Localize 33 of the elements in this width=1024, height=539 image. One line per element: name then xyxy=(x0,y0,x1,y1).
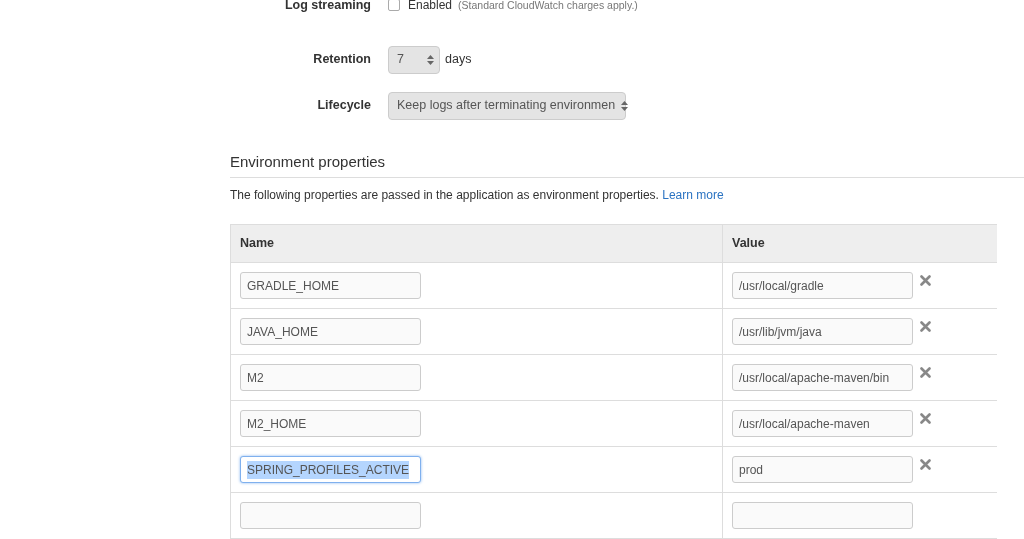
remove-icon[interactable] xyxy=(920,367,931,379)
retention-select[interactable]: 7 xyxy=(388,45,440,74)
input-field[interactable]: /usr/local/apache-maven xyxy=(732,410,913,438)
input-field[interactable] xyxy=(240,502,421,530)
input-field[interactable] xyxy=(732,502,913,530)
input-field[interactable]: M2 xyxy=(240,364,421,392)
note-text: (Standard CloudWatch charges apply.) xyxy=(458,0,638,13)
remove-icon[interactable] xyxy=(920,321,931,333)
field-label: Retention xyxy=(312,51,371,69)
remove-icon[interactable] xyxy=(920,275,931,287)
input-field[interactable]: GRADLE_HOME xyxy=(240,272,421,300)
input-field[interactable]: M2_HOME xyxy=(240,410,421,438)
remove-icon[interactable] xyxy=(920,413,931,425)
unit-label: days xyxy=(445,51,472,69)
column-header: Name xyxy=(231,225,723,263)
input-field[interactable]: /usr/local/gradle xyxy=(732,272,913,300)
learn-more-link[interactable]: Learn more xyxy=(662,188,724,203)
section-title: Environment properties xyxy=(230,150,1024,179)
description-text: The following properties are passed in the application as environment properties. Learn more xyxy=(230,187,725,205)
input-field[interactable]: prod xyxy=(732,456,913,484)
input-field[interactable]: /usr/lib/jvm/java xyxy=(732,318,913,346)
input-field[interactable]: JAVA_HOME xyxy=(240,318,421,346)
input-field[interactable]: SPRING_PROFILES_ACTIVE xyxy=(240,456,421,484)
sort-arrows-icon xyxy=(621,100,629,111)
column-header: Value xyxy=(731,235,766,253)
lifecycle-select[interactable]: Keep logs after terminating environmen xyxy=(388,91,626,120)
sort-arrows-icon xyxy=(427,54,434,65)
field-label: Log streaming xyxy=(283,0,371,14)
remove-icon[interactable] xyxy=(920,459,931,471)
checkbox[interactable] xyxy=(388,0,400,12)
field-label: Lifecycle xyxy=(316,97,371,115)
checkbox-label: Enabled xyxy=(408,0,453,15)
input-field[interactable]: /usr/local/apache-maven/bin xyxy=(732,364,913,392)
